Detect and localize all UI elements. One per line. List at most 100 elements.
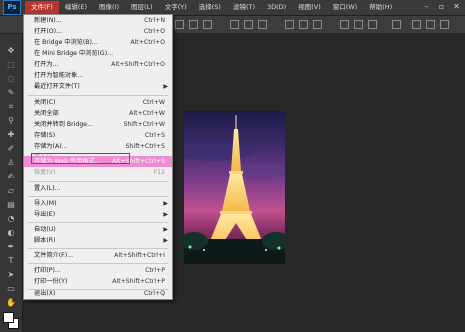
menu-item-open-smart-object[interactable]: 打开为智能对象... xyxy=(24,70,172,81)
menu-item-print[interactable]: 打印(P)... Ctrl+P xyxy=(24,265,172,276)
menu-item-close[interactable]: 关闭(C) Ctrl+W xyxy=(24,97,172,108)
menu-item-label: 打开为智能对象... xyxy=(34,72,84,79)
eiffel-tower-illustration xyxy=(184,115,285,264)
menu-image[interactable]: 图像(I) xyxy=(93,1,125,14)
menu-item-shortcut: Ctrl+O xyxy=(143,28,165,35)
menu-item-shortcut: F12 xyxy=(153,169,165,176)
menu-item-open[interactable]: 打开(O)... Ctrl+O xyxy=(24,26,172,37)
distribute-top-icon[interactable] xyxy=(285,20,294,29)
history-brush-tool-icon[interactable]: ✍ xyxy=(5,172,17,182)
menu-item-shortcut: Shift+Ctrl+W xyxy=(123,121,165,128)
eraser-tool-icon[interactable]: ▱ xyxy=(5,186,17,196)
3d-mode-icon[interactable] xyxy=(412,20,421,29)
menu-item-shortcut: Alt+Shift+Ctrl+I xyxy=(114,252,165,259)
dodge-tool-icon[interactable]: ◐ xyxy=(5,228,17,238)
menu-item-export[interactable]: 导出(E) ▶ xyxy=(24,209,172,220)
hand-tool-icon[interactable]: ✋ xyxy=(5,298,17,308)
minimize-icon[interactable]: – xyxy=(420,1,433,13)
menu-item-label: 自动(U) xyxy=(34,226,56,233)
align-top-icon[interactable] xyxy=(175,20,184,29)
menu-view[interactable]: 视图(V) xyxy=(292,1,327,14)
marquee-tool-icon[interactable]: ⬚ xyxy=(5,60,17,70)
menu-item-shortcut: Ctrl+S xyxy=(144,132,165,139)
menu-item-place[interactable]: 置入(L)... xyxy=(24,183,172,194)
move-tool-icon[interactable]: ✥ xyxy=(5,46,17,56)
3d-rotate-icon[interactable] xyxy=(426,20,435,29)
menu-item-save-as[interactable]: 存储为(A)... Shift+Ctrl+S xyxy=(24,141,172,152)
path-selection-tool-icon[interactable]: ➤ xyxy=(5,270,17,280)
menu-item-label: 导出(E) xyxy=(34,211,56,218)
menu-edit[interactable]: 编辑(E) xyxy=(59,1,93,14)
menu-item-label: 存储(S) xyxy=(34,132,56,139)
type-tool-icon[interactable]: T xyxy=(5,256,17,266)
menu-item-shortcut: Alt+Ctrl+O xyxy=(130,39,165,46)
align-right-icon[interactable] xyxy=(258,20,267,29)
menu-item-label: 退出(X) xyxy=(34,290,56,297)
clone-stamp-tool-icon[interactable]: ♙ xyxy=(5,158,17,168)
maximize-icon[interactable]: ▫ xyxy=(435,1,448,13)
3d-pan-icon[interactable] xyxy=(440,20,449,29)
menu-item-print-one-copy[interactable]: 打印一份(Y) Alt+Shift+Ctrl+P xyxy=(24,276,172,287)
menu-item-browse-mini-bridge[interactable]: 在 Mini Bridge 中浏览(G)... xyxy=(24,48,172,59)
align-middle-icon[interactable] xyxy=(189,20,198,29)
menu-item-label: 文件简介(F)... xyxy=(34,252,74,259)
crop-tool-icon[interactable]: ⌗ xyxy=(5,102,17,112)
align-bottom-icon[interactable] xyxy=(203,20,212,29)
menu-type[interactable]: 文字(Y) xyxy=(159,1,193,14)
menu-item-close-go-bridge[interactable]: 关闭并转到 Bridge... Shift+Ctrl+W xyxy=(24,119,172,130)
close-icon[interactable]: ✕ xyxy=(450,1,463,13)
foreground-color-swatch[interactable] xyxy=(3,312,14,323)
menu-item-new[interactable]: 新建(N)... Ctrl+N xyxy=(24,15,172,26)
menu-separator xyxy=(28,181,168,182)
menu-item-label: 打开(O)... xyxy=(34,28,62,35)
menu-item-file-info[interactable]: 文件简介(F)... Alt+Shift+Ctrl+I xyxy=(24,250,172,261)
gradient-tool-icon[interactable]: ▤ xyxy=(5,200,17,210)
brush-tool-icon[interactable]: ✐ xyxy=(5,144,17,154)
menu-separator xyxy=(28,248,168,249)
tools-panel: ✥ ⬚ ◌ ✎ ⌗ ⚲ ✚ ✐ ♙ ✍ ▱ ▤ ◔ ◐ ✒ T ➤ ▭ ✋ ⌕ xyxy=(0,34,23,332)
submenu-arrow-icon: ▶ xyxy=(163,83,168,90)
window-controls: – ▫ ✕ xyxy=(420,1,463,13)
distribute-middle-icon[interactable] xyxy=(299,20,308,29)
menu-window[interactable]: 窗口(W) xyxy=(327,1,364,14)
menu-item-label: 置入(L)... xyxy=(34,185,61,192)
distribute-left-icon[interactable] xyxy=(340,20,349,29)
menu-item-shortcut: Alt+Shift+Ctrl+O xyxy=(111,61,165,68)
auto-align-icon[interactable] xyxy=(392,20,401,29)
menu-item-recent-files[interactable]: 最近打开文件(T) ▶ xyxy=(24,81,172,92)
menu-item-open-as[interactable]: 打开为... Alt+Shift+Ctrl+O xyxy=(24,59,172,70)
healing-brush-tool-icon[interactable]: ✚ xyxy=(5,130,17,140)
blur-tool-icon[interactable]: ◔ xyxy=(5,214,17,224)
lasso-tool-icon[interactable]: ◌ xyxy=(5,74,17,84)
menu-item-save[interactable]: 存储(S) Ctrl+S xyxy=(24,130,172,141)
shape-tool-icon[interactable]: ▭ xyxy=(5,284,17,294)
menu-item-label: 存储为(A)... xyxy=(34,143,68,150)
menu-item-close-all[interactable]: 关闭全部 Alt+Ctrl+W xyxy=(24,108,172,119)
menu-3d[interactable]: 3D(D) xyxy=(261,1,292,14)
menu-item-label: 导入(M) xyxy=(34,200,57,207)
align-left-icon[interactable] xyxy=(230,20,239,29)
eyedropper-tool-icon[interactable]: ⚲ xyxy=(5,116,17,126)
menu-item-label: 关闭全部 xyxy=(34,110,59,117)
menu-filter[interactable]: 滤镜(T) xyxy=(227,1,261,14)
distribute-center-icon[interactable] xyxy=(354,20,363,29)
menu-item-exit[interactable]: 退出(X) Ctrl+Q xyxy=(24,288,172,299)
distribute-bottom-icon[interactable] xyxy=(313,20,322,29)
menu-item-automate[interactable]: 自动(U) ▶ xyxy=(24,224,172,235)
align-center-icon[interactable] xyxy=(244,20,253,29)
menu-item-browse-bridge[interactable]: 在 Bridge 中浏览(B)... Alt+Ctrl+O xyxy=(24,37,172,48)
menu-item-revert: 恢复(V) F12 xyxy=(24,167,172,178)
menu-select[interactable]: 选择(S) xyxy=(193,1,227,14)
menu-item-shortcut: Ctrl+P xyxy=(145,267,165,274)
menu-help[interactable]: 帮助(H) xyxy=(363,1,398,14)
menu-item-scripts[interactable]: 脚本(R) ▶ xyxy=(24,235,172,246)
menu-item-shortcut: Ctrl+N xyxy=(144,17,165,24)
menu-layer[interactable]: 图层(L) xyxy=(125,1,159,14)
menu-item-import[interactable]: 导入(M) ▶ xyxy=(24,198,172,209)
menu-file[interactable]: 文件(F) xyxy=(25,1,59,14)
quick-select-tool-icon[interactable]: ✎ xyxy=(5,88,17,98)
pen-tool-icon[interactable]: ✒ xyxy=(5,242,17,252)
menu-item-label: 新建(N)... xyxy=(34,17,62,24)
distribute-right-icon[interactable] xyxy=(368,20,377,29)
photoshop-logo-icon: Ps xyxy=(3,0,21,15)
